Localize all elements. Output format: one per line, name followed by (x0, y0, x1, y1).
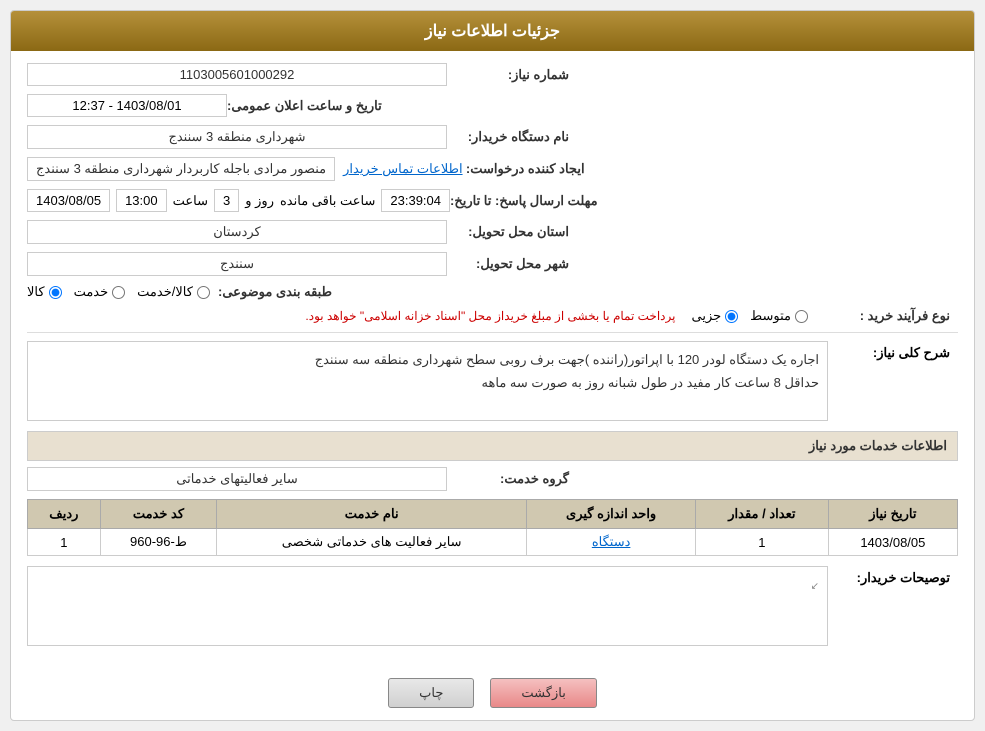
deadline-label: مهلت ارسال پاسخ: تا تاریخ: (450, 193, 606, 209)
creator-link[interactable]: اطلاعات تماس خریدار (343, 161, 462, 177)
deadline-day-label: روز و (245, 193, 274, 209)
purchase-type-medium[interactable]: متوسط (750, 308, 808, 324)
col-qty: تعداد / مقدار (696, 500, 829, 529)
creator-label: ایجاد کننده درخواست: (463, 161, 593, 177)
buyer-notes-label: توصیحات خریدار: (828, 566, 958, 586)
category-service[interactable]: خدمت (74, 284, 126, 300)
col-name: نام خدمت (217, 500, 527, 529)
service-group-label: گروه خدمت: (447, 471, 577, 487)
creator-value: منصور مرادی باجله کاربردار شهرداری منطقه… (27, 157, 335, 181)
deadline-time: 13:00 (116, 189, 167, 212)
buyer-org-value: شهرداری منطقه 3 سنندج (27, 125, 447, 149)
need-number-row: شماره نیاز: 1103005601000292 (27, 63, 958, 86)
deadline-remaining-label: ساعت باقی مانده (280, 193, 375, 209)
description-label: شرح کلی نیاز: (828, 341, 958, 361)
purchase-type-partial-radio[interactable] (725, 310, 738, 323)
need-number-value: 1103005601000292 (27, 63, 447, 86)
page-container: جزئیات اطلاعات نیاز شماره نیاز: 11030056… (0, 0, 985, 731)
description-row: شرح کلی نیاز: اجاره یک دستگاه لودر 120 ب… (27, 341, 958, 421)
description-text: اجاره یک دستگاه لودر 120 با اپراتور(رانن… (315, 352, 819, 390)
cell-row: 1 (28, 529, 101, 556)
page-title: جزئیات اطلاعات نیاز (425, 23, 560, 40)
deadline-remaining: 23:39:04 (381, 189, 450, 212)
announcement-value: 1403/08/01 - 12:37 (27, 94, 227, 117)
back-button[interactable]: بازگشت (490, 678, 596, 708)
description-content: اجاره یک دستگاه لودر 120 با اپراتور(رانن… (27, 341, 828, 421)
col-date: تاریخ نیاز (828, 500, 957, 529)
print-button[interactable]: چاپ (388, 678, 474, 708)
services-table: تاریخ نیاز تعداد / مقدار واحد اندازه گیر… (27, 499, 958, 556)
purchase-type-medium-radio[interactable] (795, 310, 808, 323)
province-row: استان محل تحویل: کردستان (27, 220, 958, 244)
city-label: شهر محل تحویل: (447, 256, 577, 272)
cell-name: سایر فعالیت های خدماتی شخصی (217, 529, 527, 556)
buyer-notes-row: توصیحات خریدار: ↙ (27, 566, 958, 646)
announcement-label: تاریخ و ساعت اعلان عمومی: (227, 98, 390, 114)
need-number-label: شماره نیاز: (447, 67, 577, 83)
announcement-row: تاریخ و ساعت اعلان عمومی: 1403/08/01 - 1… (27, 94, 958, 117)
category-goods-service-radio[interactable] (197, 286, 210, 299)
description-wrapper: اجاره یک دستگاه لودر 120 با اپراتور(رانن… (27, 341, 828, 421)
cell-date: 1403/08/05 (828, 529, 957, 556)
category-goods-service[interactable]: کالا/خدمت (137, 284, 210, 300)
purchase-type-partial[interactable]: جزیی (691, 308, 738, 324)
buyer-org-label: نام دستگاه خریدار: (447, 129, 577, 145)
province-value: کردستان (27, 220, 447, 244)
deadline-days: 3 (214, 189, 239, 212)
col-code: کد خدمت (100, 500, 216, 529)
category-label: طبقه بندی موضوعی: (210, 284, 340, 300)
table-row: 1403/08/05 1 دستگاه سایر فعالیت های خدما… (28, 529, 958, 556)
category-goods-radio[interactable] (49, 286, 62, 299)
services-section-header: اطلاعات خدمات مورد نیاز (27, 431, 958, 461)
card-header: جزئیات اطلاعات نیاز (11, 11, 974, 51)
col-row: ردیف (28, 500, 101, 529)
cell-unit[interactable]: دستگاه (527, 529, 696, 556)
buyer-org-row: نام دستگاه خریدار: شهرداری منطقه 3 سنندج (27, 125, 958, 149)
col-unit: واحد اندازه گیری (527, 500, 696, 529)
card-body: شماره نیاز: 1103005601000292 تاریخ و ساع… (11, 51, 974, 666)
cell-code: ط-96-960 (100, 529, 216, 556)
deadline-time-label: ساعت (173, 193, 208, 209)
cell-qty: 1 (696, 529, 829, 556)
main-card: جزئیات اطلاعات نیاز شماره نیاز: 11030056… (10, 10, 975, 721)
city-row: شهر محل تحویل: سنندج (27, 252, 958, 276)
purchase-type-radio-group: متوسط جزیی (691, 308, 808, 324)
notes-corner: ↙ (811, 581, 819, 592)
service-group-row: گروه خدمت: سایر فعالیتهای خدماتی (27, 467, 958, 491)
footer-buttons: بازگشت چاپ (11, 666, 974, 720)
buyer-notes-content[interactable]: ↙ (27, 566, 828, 646)
deadline-group: 23:39:04 ساعت باقی مانده روز و 3 ساعت 13… (27, 189, 450, 212)
category-goods[interactable]: کالا (27, 284, 62, 300)
province-label: استان محل تحویل: (447, 224, 577, 240)
service-group-value: سایر فعالیتهای خدماتی (27, 467, 447, 491)
creator-row: ایجاد کننده درخواست: اطلاعات تماس خریدار… (27, 157, 958, 181)
purchase-type-row: نوع فرآیند خرید : متوسط جزیی پرداخت تمام… (27, 308, 958, 324)
deadline-row: مهلت ارسال پاسخ: تا تاریخ: 23:39:04 ساعت… (27, 189, 958, 212)
category-radio-group: کالا/خدمت خدمت کالا (27, 284, 210, 300)
services-section-label: اطلاعات خدمات مورد نیاز (809, 438, 947, 453)
city-value: سنندج (27, 252, 447, 276)
purchase-notice: پرداخت تمام یا بخشی از مبلغ خریداز محل "… (305, 309, 675, 323)
category-service-radio[interactable] (112, 286, 125, 299)
category-row: طبقه بندی موضوعی: کالا/خدمت خدمت کالا (27, 284, 958, 300)
purchase-type-label: نوع فرآیند خرید : (828, 308, 958, 324)
buyer-notes-wrapper: ↙ (27, 566, 828, 646)
deadline-date: 1403/08/05 (27, 189, 110, 212)
divider-1 (27, 332, 958, 333)
